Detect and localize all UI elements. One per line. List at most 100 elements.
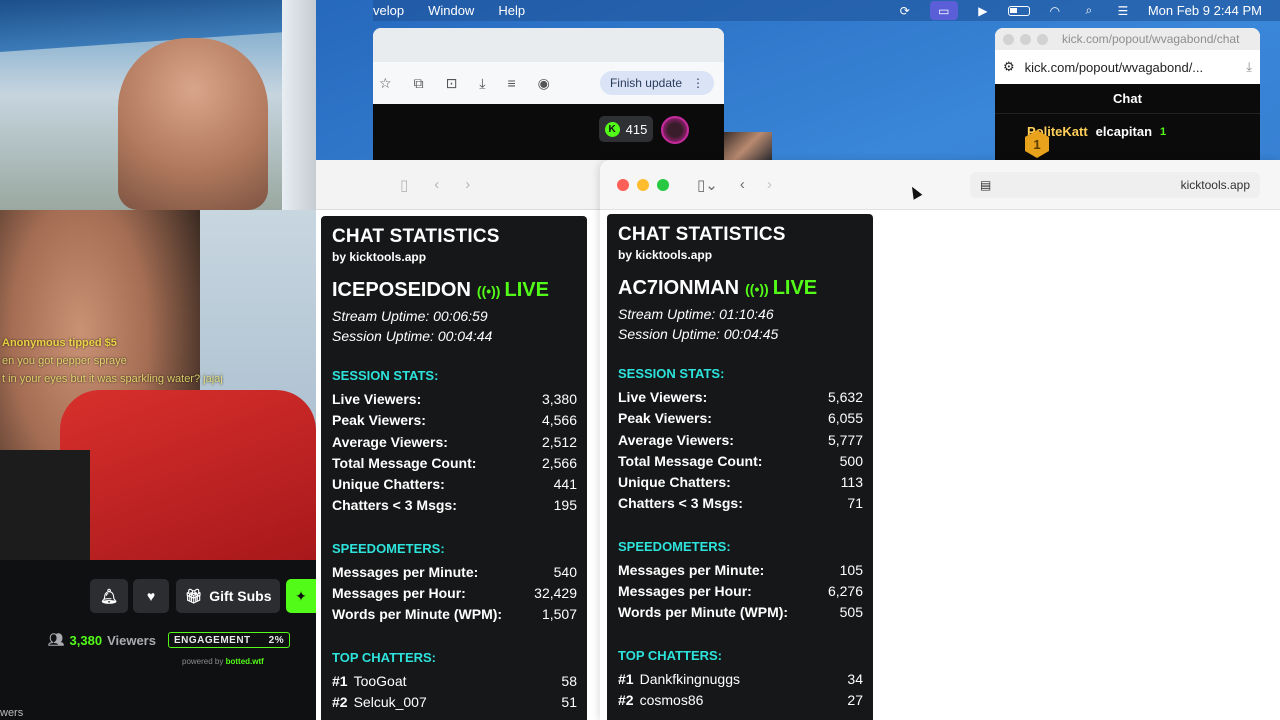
popout-title: kick.com/popout/wvagabond/chat	[1062, 32, 1240, 46]
battery-icon[interactable]	[1007, 5, 1030, 16]
stat-value: 2,512	[541, 433, 577, 450]
media-icon[interactable]: ≡	[508, 75, 516, 91]
control-center-icon[interactable]: ☰	[1114, 4, 1132, 18]
subscribe-button[interactable]: ✦	[286, 579, 316, 613]
chatter-rank: #2	[618, 691, 634, 708]
sidebar-icon[interactable]: ▯	[400, 176, 408, 194]
stat-value: 71	[847, 495, 863, 512]
sync-icon[interactable]: ⟳	[896, 4, 914, 18]
section-header-speed: SPEEDOMETERS:	[618, 538, 731, 554]
stream-video-top	[0, 0, 316, 210]
top-chatter-row: #2 cosmos86 27	[618, 690, 863, 711]
stream-controls: 🔔︎ ♥ 🎁︎ Gift Subs ✦ 👥︎ 3,380 Viewers ENG…	[0, 560, 316, 720]
stat-row: Messages per Hour: 32,429	[332, 583, 577, 604]
popout-url: kick.com/popout/wvagabond/...	[1024, 59, 1204, 75]
download-icon[interactable]: ⤓	[1246, 59, 1252, 75]
close-dot-icon[interactable]	[1003, 33, 1014, 45]
stat-row: Average Viewers: 2,512	[332, 432, 577, 453]
stat-label: Chatters < 3 Msgs:	[618, 495, 743, 512]
stat-value: 1,507	[541, 606, 577, 623]
forward-icon[interactable]: ›	[767, 176, 772, 193]
chatter-name: Selcuk_007	[353, 693, 427, 710]
forward-icon[interactable]: ›	[465, 176, 470, 193]
panel-title: CHAT STATISTICS	[332, 226, 500, 247]
back-icon[interactable]: ‹	[740, 176, 745, 193]
kick-points-badge[interactable]: K 415	[599, 116, 653, 142]
play-icon[interactable]: ▶	[974, 4, 992, 18]
section-header-session: SESSION STATS:	[618, 366, 725, 381]
stat-label: Unique Chatters:	[618, 474, 731, 491]
section-header-top: TOP CHATTERS:	[332, 649, 437, 665]
stat-label: Messages per Minute:	[332, 563, 479, 580]
back-icon[interactable]: ‹	[434, 176, 439, 193]
chatter-count: 27	[847, 691, 863, 708]
chat-user-2[interactable]: elcapitan	[1096, 124, 1152, 139]
minimize-window-icon[interactable]	[637, 178, 649, 191]
viewer-count-label: Viewers	[107, 632, 156, 648]
viewer-count-number: 3,380	[69, 632, 103, 648]
zoom-dot-icon[interactable]	[1037, 33, 1048, 45]
channel-name-row: AC7IONMAN ((•)) LIVE	[618, 277, 863, 300]
menu-clock[interactable]: Mon Feb 9 2:44 PM	[1148, 3, 1262, 18]
stat-value: 6,276	[827, 583, 863, 600]
channel-name: ICEPOSEIDON	[332, 279, 471, 301]
site-settings-icon[interactable]: ⚙︎	[1003, 59, 1015, 75]
download-icon[interactable]: ⤓	[479, 75, 485, 92]
zoom-window-icon[interactable]	[657, 178, 669, 191]
stat-label: Live Viewers:	[618, 389, 708, 405]
menu-develop[interactable]: velop	[373, 3, 404, 18]
channel-name: AC7IONMAN	[618, 277, 740, 299]
chatter-count: 58	[561, 672, 577, 689]
extensions-icon[interactable]: ⧉	[414, 75, 424, 92]
window-thumbnail	[724, 132, 772, 160]
stat-row: Words per Minute (WPM): 505	[618, 602, 863, 623]
powered-brand[interactable]: botted.wtf	[226, 657, 264, 666]
live-indicator: ((•)) LIVE	[477, 279, 549, 302]
top-chatter-row: #1 TooGoat 58	[332, 671, 577, 692]
sparkle-icon: ✦	[295, 587, 307, 604]
menu-help[interactable]: Help	[498, 3, 525, 18]
popout-url-bar[interactable]: ⚙︎ kick.com/popout/wvagabond/... ⤓	[995, 50, 1260, 84]
minimize-dot-icon[interactable]	[1020, 33, 1031, 45]
finish-update-label: Finish update	[609, 76, 682, 90]
stat-row: Total Message Count: 500	[618, 451, 863, 472]
tip-message-line2: t in your eyes but it was sparkling wate…	[2, 373, 223, 385]
live-label: LIVE	[504, 279, 549, 301]
stat-row: Messages per Minute: 540	[332, 562, 577, 583]
broadcast-icon: ((•))	[476, 282, 501, 299]
stat-row: Messages per Minute: 105	[618, 560, 863, 581]
panel-title: CHAT STATISTICS	[618, 224, 786, 245]
follow-button[interactable]: ♥	[133, 579, 169, 613]
screen-share-icon[interactable]: ▭	[929, 1, 958, 20]
close-window-icon[interactable]	[617, 178, 629, 191]
red-shirt	[60, 390, 316, 560]
safari-address-bar[interactable]: ▤ kicktools.app	[970, 172, 1260, 198]
popout-titlebar: kick.com/popout/wvagabond/chat	[995, 28, 1260, 50]
search-icon[interactable]: ⌕	[1080, 3, 1098, 18]
chatter-count: 51	[561, 693, 577, 710]
lens-icon[interactable]: ⊡	[446, 75, 458, 92]
section-header-session: SESSION STATS:	[332, 368, 439, 383]
background-browser-window: ☆ ⧉ ⊡ ⤓ ≡ ◉ Finish update ⋮ K 415	[373, 28, 724, 160]
gift-subs-label: Gift Subs	[209, 588, 272, 604]
stat-row: Words per Minute (WPM): 1,507	[332, 604, 577, 625]
gift-icon: 🎁︎	[184, 587, 203, 604]
notification-button[interactable]: 🔔︎	[90, 579, 128, 613]
stat-label: Live Viewers:	[332, 391, 422, 407]
wifi-icon[interactable]: ◠	[1046, 4, 1064, 18]
sidebar-toggle-icon[interactable]: ▯⌄	[697, 176, 718, 194]
section-header-top: TOP CHATTERS:	[618, 647, 723, 663]
avatar[interactable]	[661, 116, 689, 144]
bookmark-star-icon[interactable]: ☆	[379, 75, 392, 92]
finish-update-button[interactable]: Finish update ⋮	[599, 71, 714, 95]
stat-row: Chatters < 3 Msgs: 195	[332, 495, 577, 516]
profile-icon[interactable]: ◉	[538, 75, 550, 92]
page-menu-icon[interactable]: ▤	[980, 178, 991, 192]
browser-toolbar: ☆ ⧉ ⊡ ⤓ ≡ ◉ Finish update ⋮	[373, 62, 724, 104]
live-label: LIVE	[772, 277, 818, 299]
bell-icon: 🔔︎	[100, 587, 118, 604]
menu-window[interactable]: Window	[428, 3, 474, 18]
gift-subs-button[interactable]: 🎁︎ Gift Subs	[176, 579, 280, 613]
stat-label: Peak Viewers:	[332, 412, 426, 429]
safari-url: kicktools.app	[1180, 178, 1250, 192]
